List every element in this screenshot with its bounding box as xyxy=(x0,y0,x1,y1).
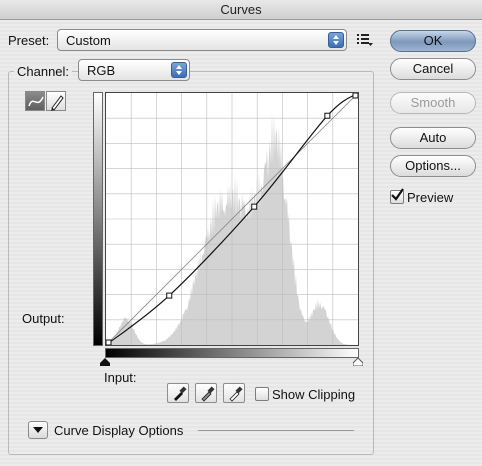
white-point-slider[interactable] xyxy=(353,358,363,366)
options-button[interactable]: Options... xyxy=(390,155,476,177)
preset-popup[interactable]: Custom xyxy=(57,29,347,51)
preset-value: Custom xyxy=(66,33,111,48)
channel-value: RGB xyxy=(87,63,116,78)
curve-icon xyxy=(28,96,44,107)
output-label: Output: xyxy=(22,311,65,326)
curve-display-options-disclosure[interactable] xyxy=(28,421,48,439)
ok-button[interactable]: OK xyxy=(390,30,476,52)
curve-control-point[interactable] xyxy=(251,203,258,210)
channel-label: Channel: xyxy=(14,64,73,79)
auto-button[interactable]: Auto xyxy=(390,127,476,149)
input-gradient-bar xyxy=(105,348,359,358)
curve-control-point[interactable] xyxy=(352,93,358,99)
pencil-tool-button[interactable] xyxy=(46,91,66,111)
eyedropper-icon xyxy=(229,386,243,402)
curve-tool-button[interactable] xyxy=(25,91,45,111)
black-eyedropper-button[interactable] xyxy=(167,383,189,403)
curve-graph-canvas[interactable] xyxy=(106,93,358,345)
curve-display-options-label: Curve Display Options xyxy=(54,423,184,438)
popup-arrows-icon xyxy=(171,62,187,78)
checkmark-icon xyxy=(391,188,404,201)
show-clipping-label: Show Clipping xyxy=(272,387,356,402)
input-label: Input: xyxy=(104,370,137,385)
divider xyxy=(198,430,354,431)
cancel-button[interactable]: Cancel xyxy=(390,58,476,80)
channel-popup[interactable]: RGB xyxy=(78,59,190,81)
black-point-slider[interactable] xyxy=(100,358,110,366)
pencil-icon xyxy=(51,95,64,111)
presets-menu-button[interactable] xyxy=(355,31,375,49)
white-eyedropper-button[interactable] xyxy=(223,383,245,403)
curve-graph[interactable] xyxy=(105,92,359,346)
preview-checkbox[interactable] xyxy=(390,188,404,204)
triangle-down-icon xyxy=(33,427,43,433)
popup-arrows-icon xyxy=(328,32,344,48)
show-clipping-checkbox[interactable] xyxy=(255,387,269,401)
window-title: Curves xyxy=(0,0,482,20)
eyedropper-icon xyxy=(201,386,215,402)
eyedropper-icon xyxy=(174,386,187,401)
curve-control-point[interactable] xyxy=(166,292,173,299)
list-menu-icon xyxy=(357,34,373,46)
smooth-button[interactable]: Smooth xyxy=(390,92,476,114)
preset-label: Preset: xyxy=(8,33,50,48)
curve-control-point[interactable] xyxy=(324,112,331,119)
curves-dialog: Curves Preset: Custom OK Cancel Smooth A… xyxy=(0,0,482,466)
preview-label: Preview xyxy=(407,190,454,205)
gray-eyedropper-button[interactable] xyxy=(195,383,217,403)
output-gradient-bar xyxy=(93,92,103,346)
curve-control-point[interactable] xyxy=(106,339,112,345)
